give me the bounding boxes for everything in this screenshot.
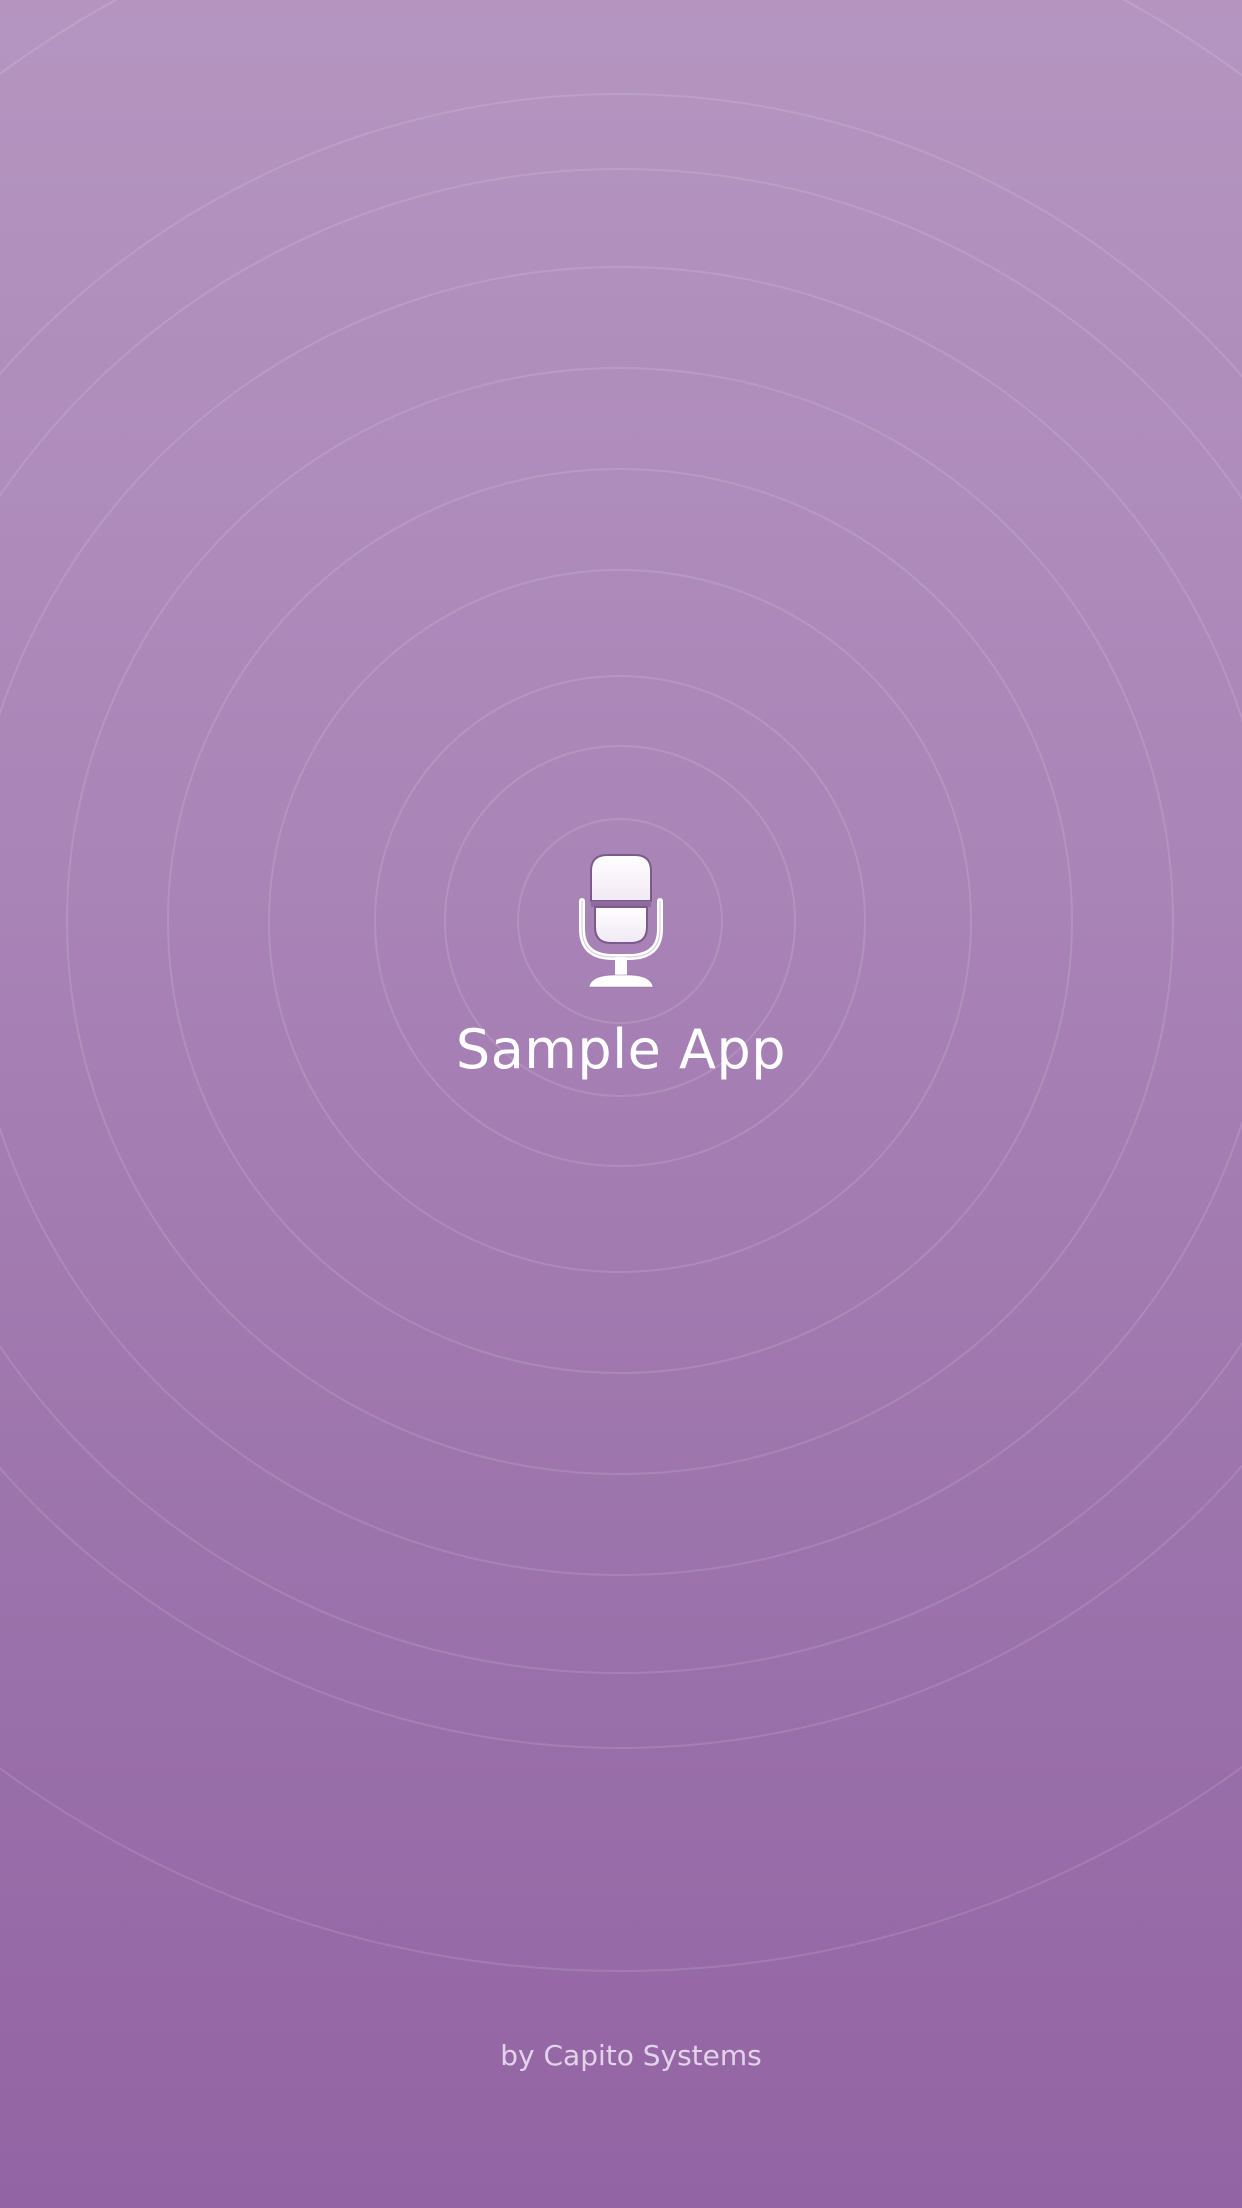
app-title: Sample App bbox=[455, 1018, 787, 1081]
splash-screen: Sample App by Capito Systems bbox=[0, 0, 1242, 2208]
microphone-icon bbox=[579, 854, 663, 988]
company-byline: by Capito Systems bbox=[500, 2039, 762, 2072]
concentric-rings-background bbox=[0, 0, 1242, 1972]
